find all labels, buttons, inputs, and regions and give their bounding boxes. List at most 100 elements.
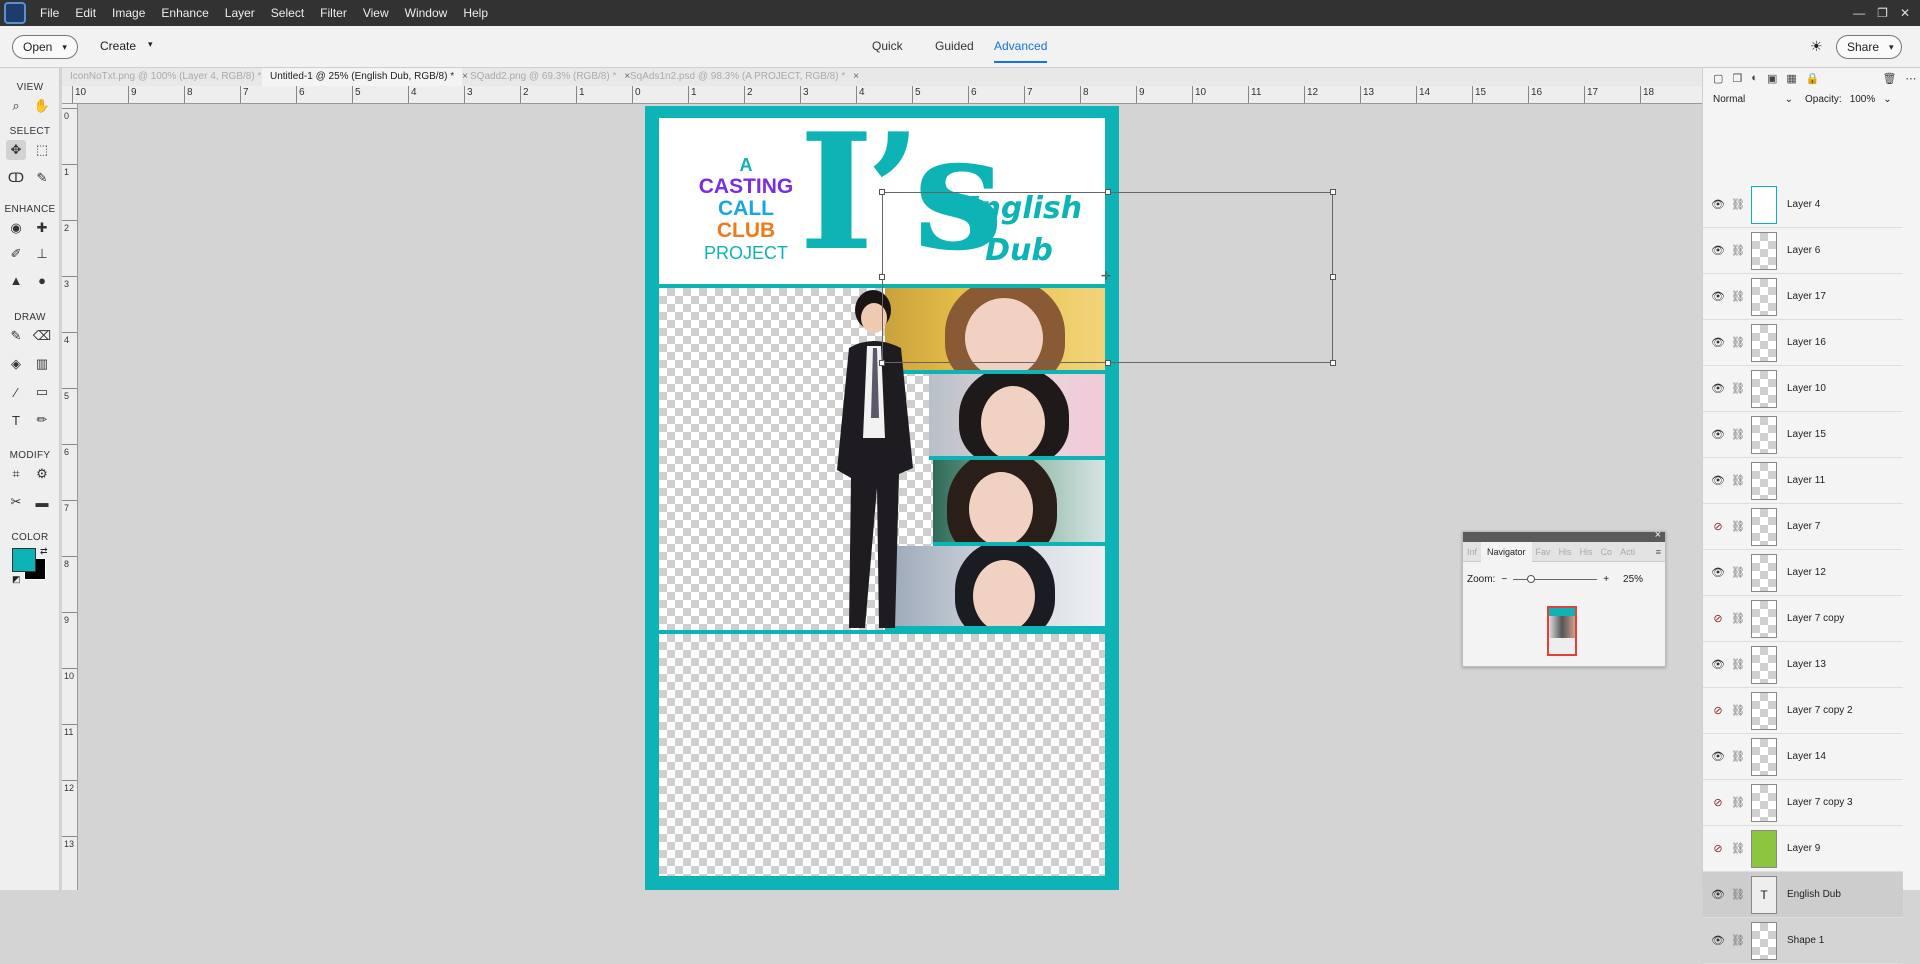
- layer-row[interactable]: 👁 ⛓ Layer 16: [1703, 320, 1903, 366]
- eye-icon[interactable]: 👁: [1711, 428, 1725, 441]
- link-icon[interactable]: ⛓: [1731, 704, 1745, 717]
- clone-stamp-tool-icon[interactable]: ⊥: [32, 244, 52, 264]
- hand-tool-icon[interactable]: ✋: [32, 96, 52, 116]
- blend-mode-select[interactable]: Normal ⌄: [1713, 94, 1793, 105]
- eye-icon[interactable]: 👁: [1711, 474, 1725, 487]
- lock-transparency-icon[interactable]: ▦: [1786, 72, 1796, 85]
- eye-hidden-icon[interactable]: ⊘: [1711, 796, 1725, 809]
- gradient-tool-icon[interactable]: ▥: [32, 354, 52, 374]
- brush-tool-icon[interactable]: ✎: [6, 326, 26, 346]
- open-button[interactable]: Open ▾: [12, 35, 78, 59]
- navigator-titlebar[interactable]: ×: [1463, 529, 1665, 542]
- tab-guided[interactable]: Guided: [935, 39, 974, 53]
- eye-icon[interactable]: 👁: [1711, 382, 1725, 395]
- shape-tool-icon[interactable]: ▭: [32, 382, 52, 402]
- eye-icon[interactable]: 👁: [1711, 290, 1725, 303]
- adjustment-layer-icon[interactable]: ◐: [1751, 72, 1758, 84]
- doc-tab[interactable]: IconNoTxt.png @ 100% (Layer 4, RGB/8) *×: [62, 68, 275, 86]
- layer-row[interactable]: 👁 ⛓ Layer 4: [1703, 182, 1903, 228]
- tab-history[interactable]: His: [1576, 547, 1597, 557]
- eyedropper-tool-icon[interactable]: ⁄: [6, 382, 26, 402]
- tab-navigator[interactable]: Navigator: [1481, 541, 1532, 562]
- zoom-slider[interactable]: [1513, 575, 1598, 583]
- link-icon[interactable]: ⛓: [1731, 474, 1745, 487]
- eye-icon[interactable]: 👁: [1711, 750, 1725, 763]
- transform-handle[interactable]: [1330, 274, 1336, 280]
- lock-icon[interactable]: 🔒: [1806, 72, 1820, 85]
- transform-handle[interactable]: [879, 189, 885, 195]
- layer-row[interactable]: ⊘ ⛓ Layer 7 copy 3: [1703, 780, 1903, 826]
- link-icon[interactable]: ⛓: [1731, 382, 1745, 395]
- eye-icon[interactable]: 👁: [1711, 336, 1725, 349]
- eye-hidden-icon[interactable]: ⊘: [1711, 520, 1725, 533]
- share-button[interactable]: Share ▾: [1836, 35, 1902, 59]
- layer-mask-icon[interactable]: ▣: [1767, 72, 1777, 85]
- chevron-down-icon[interactable]: ⌄: [1883, 94, 1891, 105]
- more-options-icon[interactable]: ⋯: [1905, 72, 1916, 85]
- link-icon[interactable]: ⛓: [1731, 520, 1745, 533]
- eye-icon[interactable]: 👁: [1711, 658, 1725, 671]
- straighten-tool-icon[interactable]: ▬: [32, 492, 52, 512]
- eye-icon[interactable]: 👁: [1711, 566, 1725, 579]
- doc-tab[interactable]: SqAds1n2.psd @ 98.3% (A PROJECT, RGB/8) …: [622, 68, 859, 86]
- eraser-tool-icon[interactable]: ⌫: [32, 326, 52, 346]
- link-icon[interactable]: ⛓: [1731, 658, 1745, 671]
- link-icon[interactable]: ⛓: [1731, 750, 1745, 763]
- doc-tab-active[interactable]: Untitled-1 @ 25% (English Dub, RGB/8) * ×: [262, 68, 468, 86]
- link-icon[interactable]: ⛓: [1731, 612, 1745, 625]
- create-button[interactable]: Create ▾: [100, 39, 153, 53]
- healing-brush-tool-icon[interactable]: ✚: [32, 218, 52, 238]
- eye-icon[interactable]: 👁: [1711, 198, 1725, 211]
- new-layer-icon[interactable]: ▢: [1713, 72, 1723, 85]
- menu-help[interactable]: Help: [455, 0, 496, 26]
- eye-icon[interactable]: 👁: [1711, 244, 1725, 257]
- layer-row[interactable]: 👁 ⛓ Layer 17: [1703, 274, 1903, 320]
- link-icon[interactable]: ⛓: [1731, 428, 1745, 441]
- paint-bucket-tool-icon[interactable]: ◈: [6, 354, 26, 374]
- close-window-button[interactable]: ✕: [1900, 0, 1910, 26]
- menu-window[interactable]: Window: [397, 0, 456, 26]
- foreground-color-swatch[interactable]: [12, 548, 36, 572]
- link-icon[interactable]: ⛓: [1731, 290, 1745, 303]
- default-colors-icon[interactable]: ◩: [12, 574, 21, 585]
- blur-tool-icon[interactable]: ▲: [6, 270, 26, 290]
- marquee-tool-icon[interactable]: ⬚: [32, 140, 52, 160]
- panel-menu-icon[interactable]: ≡: [1656, 547, 1661, 557]
- close-icon[interactable]: ×: [1655, 529, 1661, 541]
- doc-tab[interactable]: SQadd2.png @ 69.3% (RGB/8) * ×: [462, 68, 630, 86]
- lasso-tool-icon[interactable]: ↀ: [6, 168, 26, 188]
- recompose-tool-icon[interactable]: ⚙: [32, 464, 52, 484]
- link-icon[interactable]: ⛓: [1731, 566, 1745, 579]
- menu-view[interactable]: View: [355, 0, 397, 26]
- link-icon[interactable]: ⛓: [1731, 934, 1745, 947]
- menu-layer[interactable]: Layer: [217, 0, 263, 26]
- smart-brush-tool-icon[interactable]: ✐: [6, 244, 26, 264]
- zoom-in-icon[interactable]: +: [1603, 574, 1609, 585]
- layer-row[interactable]: 👁 ⛓ Layer 10: [1703, 366, 1903, 412]
- link-icon[interactable]: ⛓: [1731, 336, 1745, 349]
- brightness-icon[interactable]: ☀: [1810, 38, 1823, 55]
- layer-row[interactable]: ⊘ ⛓ Layer 9: [1703, 826, 1903, 872]
- tab-actions[interactable]: Acti: [1616, 547, 1639, 557]
- minimize-button[interactable]: —: [1853, 0, 1865, 26]
- link-icon[interactable]: ⛓: [1731, 198, 1745, 211]
- crop-tool-icon[interactable]: ⌗: [6, 464, 26, 484]
- quick-selection-tool-icon[interactable]: ✎: [32, 168, 52, 188]
- transform-handle[interactable]: [879, 360, 885, 366]
- layer-row[interactable]: 👁 ⛓ Layer 14: [1703, 734, 1903, 780]
- menu-enhance[interactable]: Enhance: [153, 0, 216, 26]
- zoom-slider-knob[interactable]: [1527, 575, 1536, 583]
- navigator-preview[interactable]: [1547, 606, 1577, 656]
- layer-row[interactable]: 👁 ⛓ Shape 1: [1703, 918, 1903, 964]
- layer-row[interactable]: 👁 ⛓ Layer 13: [1703, 642, 1903, 688]
- transform-center-icon[interactable]: ✛: [1101, 269, 1111, 283]
- delete-layer-icon[interactable]: 🗑: [1882, 72, 1896, 85]
- menu-file[interactable]: File: [32, 0, 67, 26]
- layer-row[interactable]: ⊘ ⛓ Layer 7 copy: [1703, 596, 1903, 642]
- menu-select[interactable]: Select: [263, 0, 312, 26]
- layer-row[interactable]: 👁 ⛓ T English Dub: [1703, 872, 1903, 918]
- menu-edit[interactable]: Edit: [67, 0, 104, 26]
- zoom-out-icon[interactable]: −: [1501, 574, 1507, 585]
- tab-info[interactable]: Inf: [1463, 547, 1481, 557]
- eye-hidden-icon[interactable]: ⊘: [1711, 612, 1725, 625]
